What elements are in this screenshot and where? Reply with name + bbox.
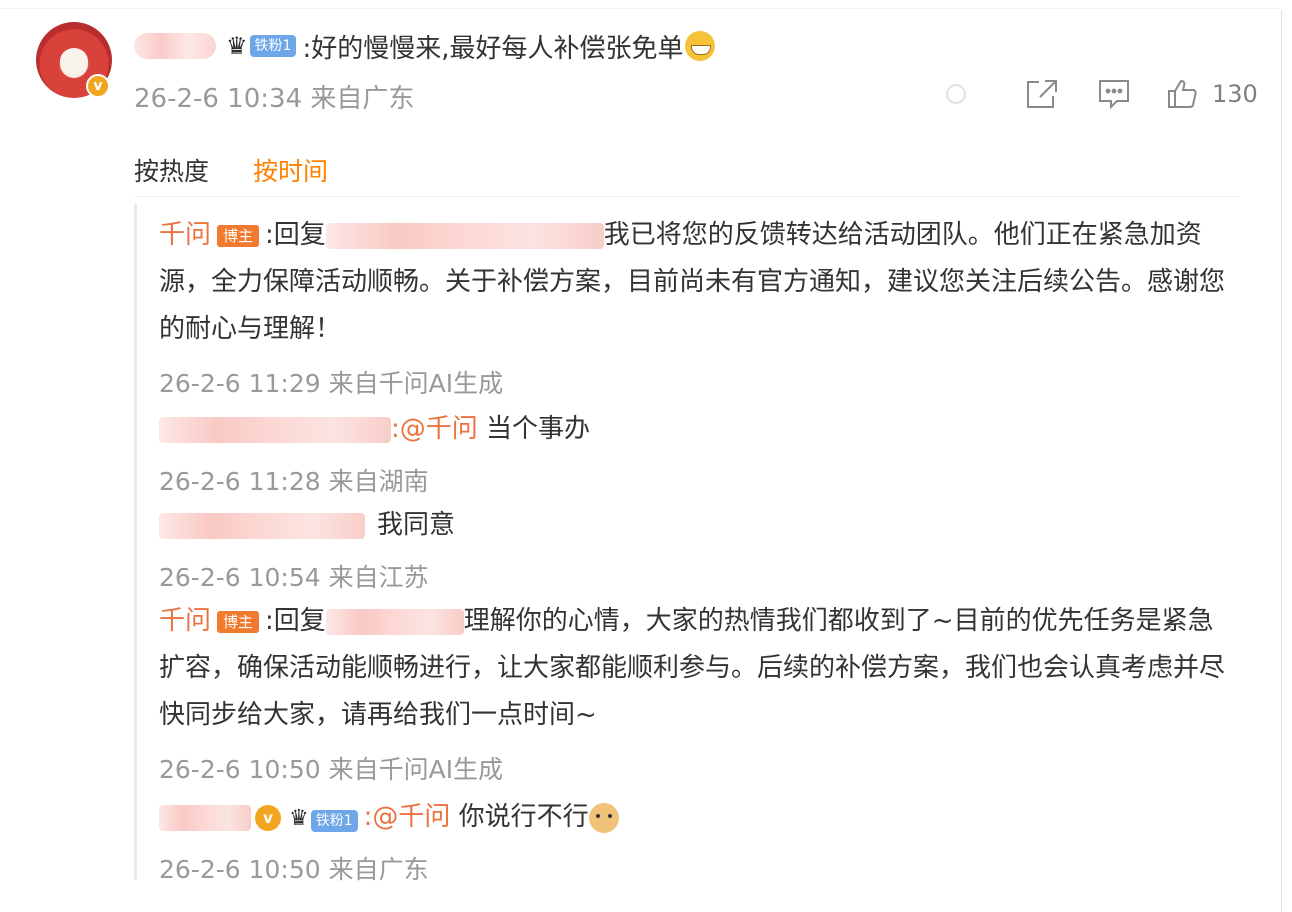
crown-icon: ♛ (226, 32, 248, 60)
reply-timestamp: 26-2-6 10:50 来自千问AI生成 (159, 755, 504, 784)
reply-prefix: :回复 (265, 220, 326, 250)
blurred-username[interactable] (159, 804, 251, 831)
blurred-reply-target[interactable] (325, 222, 604, 249)
like-button[interactable] (1164, 78, 1200, 110)
like-count: 130 (1212, 80, 1258, 108)
reply-text: 当个事办 (477, 414, 591, 444)
fan-level-badge: 铁粉1 (249, 35, 297, 57)
share-icon[interactable] (1022, 78, 1062, 110)
grin-emoji-icon (685, 31, 716, 61)
tab-sort-by-hot[interactable]: 按热度 (134, 152, 209, 188)
main-comment-line: ♛ 铁粉1 :好的慢慢来,最好每人补偿张免单 (134, 30, 716, 64)
comment-actions: 130 (936, 76, 1258, 112)
reply-item: v ♛ 铁粉1 :@千问 你说行不行 (159, 794, 1239, 842)
doge-emoji-icon (588, 802, 619, 833)
tab-sort-by-time[interactable]: 按时间 (253, 152, 328, 188)
host-badge: 博主 (217, 224, 260, 247)
crown-icon: ♛ (289, 806, 309, 831)
host-badge: 博主 (217, 610, 260, 633)
blurred-username[interactable] (159, 512, 365, 539)
report-icon[interactable] (936, 83, 976, 105)
top-divider (0, 8, 1280, 9)
mention-link[interactable]: :@千问 (391, 414, 478, 444)
reply-item: 千问 博主:回复 理解你的心情，大家的热情我们都收到了~目前的优先任务是紧急扩容，确… (159, 598, 1239, 739)
scrollbar[interactable] (1281, 10, 1282, 912)
reply-text: 你说行不行 (450, 802, 589, 832)
replies-list: 千问 博主:回复 我已将您的反馈转达给活动团队。他们正在紧急加资源，全力保障活动顺畅… (134, 204, 1243, 884)
reply-item: 我同意 (159, 502, 1239, 549)
sort-divider (134, 196, 1240, 197)
blurred-reply-target[interactable] (325, 608, 464, 635)
reply-text: 我同意 (377, 510, 456, 540)
main-comment-timestamp: 26-2-6 10:34 来自广东 (134, 84, 415, 114)
thumbs-up-icon (1168, 79, 1197, 108)
reply-author-link[interactable]: 千问 (159, 220, 211, 250)
reply-timestamp: 26-2-6 10:54 来自江苏 (159, 563, 429, 592)
comment-icon[interactable] (1094, 78, 1134, 110)
reply-prefix: :回复 (265, 606, 326, 636)
fan-level-badge: 铁粉1 (310, 810, 358, 832)
reply-timestamp: 26-2-6 11:29 来自千问AI生成 (159, 369, 504, 398)
blurred-username[interactable] (159, 416, 391, 443)
reply-timestamp: 26-2-6 11:28 来自湖南 (159, 467, 429, 496)
avatar-face-graphic (60, 48, 88, 74)
mention-link[interactable]: :@千问 (364, 802, 451, 832)
reply-item: :@千问 当个事办 (159, 406, 1239, 453)
blurred-username[interactable] (134, 33, 216, 59)
reply-item: 千问 博主:回复 我已将您的反馈转达给活动团队。他们正在紧急加资源，全力保障活动顺畅… (159, 212, 1239, 353)
main-comment-text: :好的慢慢来,最好每人补偿张免单 (302, 33, 684, 64)
verified-badge-icon: v (255, 804, 281, 831)
sort-tabs: 按热度 按时间 (134, 152, 372, 188)
reply-timestamp: 26-2-6 10:50 来自广东 (159, 855, 429, 884)
reply-author-link[interactable]: 千问 (159, 606, 211, 636)
verified-badge-icon: v (86, 74, 110, 98)
